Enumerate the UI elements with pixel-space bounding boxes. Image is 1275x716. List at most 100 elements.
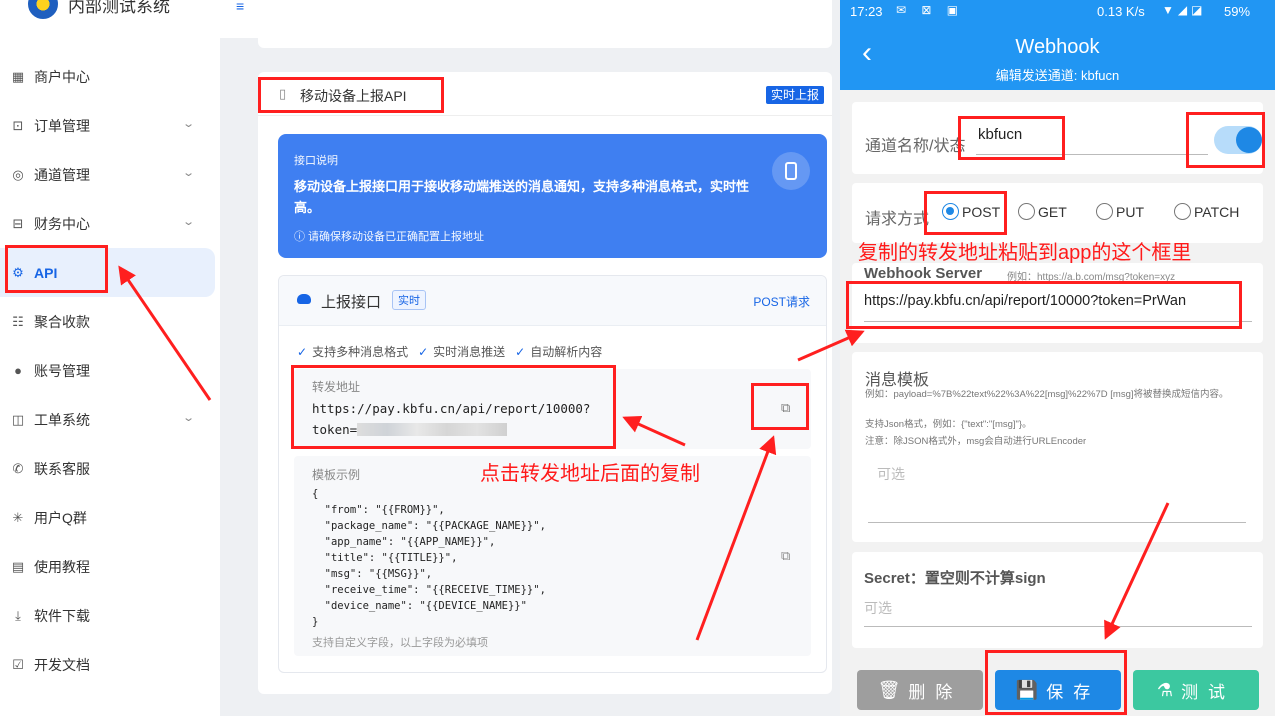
sidebar-item-5[interactable]: ☷ 聚合收款 xyxy=(0,297,220,346)
highlight-card-title xyxy=(258,77,444,113)
message-template-card: 消息模板 例如：payload=%7B%22text%22%3A%22[msg]… xyxy=(852,352,1263,542)
feature-item: ✓ 自动解析内容 xyxy=(515,345,603,359)
document-icon: ▤ xyxy=(11,558,25,574)
realtime-badge: 实时上报 xyxy=(766,86,825,104)
info-label: 接口说明 xyxy=(294,155,338,167)
sidebar: 内部测试系统 ▦ 商户中心 ⊡ 订单管理 ⌄ ◎ 通道管理 ⌄ ⊟ 财务中心 ⌄ ⚙ API ☷ 聚合收款 ●… xyxy=(0,0,220,716)
highlight-server-input xyxy=(846,281,1242,329)
endpoint-title: 上报接口 xyxy=(321,294,382,311)
download-icon: ⤓ xyxy=(15,607,21,623)
webhook-server-label: Webhook Server xyxy=(864,265,983,282)
copy-hint-text: 点击转发地址后面的复制 xyxy=(480,463,700,485)
template-note: 支持自定义字段，以上字段为必填项 xyxy=(312,637,488,649)
highlight-api-menu xyxy=(5,245,108,293)
highlight-copy-icon xyxy=(751,383,809,430)
sidebar-item-10[interactable]: ▤ 使用教程 xyxy=(0,542,220,591)
user-icon: ● xyxy=(14,363,22,378)
test-icon: ⚗ xyxy=(1156,679,1174,700)
sidebar-item-7[interactable]: ◫ 工单系统 ⌄ xyxy=(0,395,220,444)
app-title: 内部测试系统 xyxy=(68,0,170,16)
cloud-upload-icon xyxy=(297,294,311,304)
radio-patch[interactable]: PATCH xyxy=(1174,203,1239,220)
channel-name-label: 通道名称/状态 xyxy=(865,138,966,155)
sidebar-item-label: 聚合收款 xyxy=(34,313,90,330)
radio-put[interactable]: PUT xyxy=(1096,203,1144,220)
sidebar-item-label: 工单系统 xyxy=(34,411,90,428)
secret-card: Secret：置空则不计算sign 可选 xyxy=(852,552,1263,648)
message-template-input[interactable]: 可选 xyxy=(877,464,905,484)
feature-list: ✓ 支持多种消息格式 ✓ 实时消息推送 ✓ 自动解析内容 xyxy=(297,343,602,360)
menu-toggle-icon[interactable]: ≡ xyxy=(236,0,244,14)
phone-icon: ✆ xyxy=(12,460,24,476)
delete-button[interactable]: 🗑 删除 xyxy=(857,670,983,710)
feature-item: ✓ 实时消息推送 xyxy=(418,345,506,359)
template-hint: 注意：除JSON格式外，msg会自动进行URLEncoder xyxy=(865,436,1087,447)
sidebar-item-label: 用户Q群 xyxy=(34,509,87,526)
radio-get[interactable]: GET xyxy=(1018,203,1067,220)
info-description: 移动设备上报接口用于接收移动端推送的消息通知，支持多种消息格式，实时性高。 xyxy=(294,179,750,215)
highlight-status-toggle xyxy=(1186,112,1265,168)
secret-input[interactable]: 可选 xyxy=(864,598,892,618)
check-icon: ✓ xyxy=(297,345,308,359)
screen-title: Webhook xyxy=(1015,36,1100,58)
input-underline xyxy=(868,522,1246,523)
phone-icon xyxy=(772,152,810,190)
chevron-down-icon: ⌄ xyxy=(182,167,196,179)
highlight-post-radio xyxy=(924,191,1007,235)
info-banner: 接口说明 移动设备上报接口用于接收移动端推送的消息通知，支持多种消息格式，实时性… xyxy=(278,134,827,258)
template-label: 模板示例 xyxy=(312,468,361,482)
settings-icon: ◎ xyxy=(12,166,24,182)
sidebar-item-2[interactable]: ◎ 通道管理 ⌄ xyxy=(0,150,220,199)
template-hint: 例如：payload=%7B%22text%22%3A%22[msg]%22%7… xyxy=(865,389,1229,400)
sidebar-item-label: 联系客服 xyxy=(34,460,90,477)
method-label: POST请求 xyxy=(753,295,810,309)
paste-hint-text: 复制的转发地址粘贴到app的这个框里 xyxy=(858,242,1192,264)
sidebar-item-label: 订单管理 xyxy=(34,117,90,134)
divider xyxy=(258,115,832,116)
sidebar-menu: ▦ 商户中心 ⊡ 订单管理 ⌄ ◎ 通道管理 ⌄ ⊟ 财务中心 ⌄ ⚙ API ☷ 聚合收款 ● 账号管理 ◫ 工单… xyxy=(0,52,220,689)
sidebar-item-0[interactable]: ▦ 商户中心 xyxy=(0,52,220,101)
sidebar-item-label: 开发文档 xyxy=(34,656,90,673)
chevron-down-icon: ⌄ xyxy=(182,118,196,130)
highlight-forward-url xyxy=(291,365,616,449)
grid-icon: ▦ xyxy=(11,68,25,84)
secret-label: Secret：置空则不计算sign xyxy=(864,570,1046,587)
doc-check-icon: ☑ xyxy=(12,656,24,672)
phone-screen: 17:23 ✉ ⊠ ▣ 0.13 K/s ▼◢◪ 59% ‹ Webhook 编… xyxy=(840,0,1275,716)
sidebar-item-9[interactable]: ✳ 用户Q群 xyxy=(0,493,220,542)
sidebar-item-12[interactable]: ☑ 开发文档 xyxy=(0,640,220,689)
test-button[interactable]: ⚗ 测试 xyxy=(1133,670,1259,710)
app-bar: ‹ Webhook 编辑发送通道: kbfucn xyxy=(840,24,1275,90)
status-time: 17:23 xyxy=(850,4,883,19)
sidebar-item-label: 通道管理 xyxy=(34,166,90,183)
request-method-label: 请求方式 xyxy=(865,211,930,228)
status-bar: 17:23 ✉ ⊠ ▣ 0.13 K/s ▼◢◪ 59% xyxy=(840,0,1275,24)
chevron-down-icon: ⌄ xyxy=(182,412,196,424)
radio-dot xyxy=(1096,203,1113,220)
previous-card xyxy=(258,0,832,48)
book-icon: ◫ xyxy=(11,411,25,427)
spinner-icon: ✳ xyxy=(12,509,24,525)
request-method-card: 请求方式 POST GET PUT PATCH xyxy=(852,183,1263,243)
battery-level: 59% xyxy=(1224,4,1251,19)
screen-subtitle: 编辑发送通道: kbfucn xyxy=(995,68,1120,83)
notification-icons: ✉ ⊠ ▣ xyxy=(896,3,965,17)
network-speed: 0.13 K/s xyxy=(1097,4,1145,19)
sidebar-item-label: 财务中心 xyxy=(34,215,90,232)
chevron-down-icon: ⌄ xyxy=(182,216,196,228)
template-example-box: 模板示例 { "from": "{{FROM}}", "package_name… xyxy=(294,456,811,656)
sidebar-item-8[interactable]: ✆ 联系客服 xyxy=(0,444,220,493)
coins-icon: ☷ xyxy=(12,313,24,329)
check-icon: ✓ xyxy=(418,345,429,359)
radio-dot xyxy=(1174,203,1191,220)
briefcase-icon: ⊡ xyxy=(12,117,24,133)
template-hint: 支持Json格式，例如：{"text":"[msg]"}。 xyxy=(865,419,1032,430)
logo-icon xyxy=(28,0,58,19)
input-underline xyxy=(864,626,1252,627)
sidebar-item-11[interactable]: ⤓ 软件下载 xyxy=(0,591,220,640)
sidebar-item-1[interactable]: ⊡ 订单管理 ⌄ xyxy=(0,101,220,150)
sidebar-item-6[interactable]: ● 账号管理 xyxy=(0,346,220,395)
sidebar-item-3[interactable]: ⊟ 财务中心 ⌄ xyxy=(0,199,220,248)
sidebar-item-label: 商户中心 xyxy=(34,68,90,85)
copy-template-icon[interactable]: ⧉ xyxy=(781,548,790,564)
